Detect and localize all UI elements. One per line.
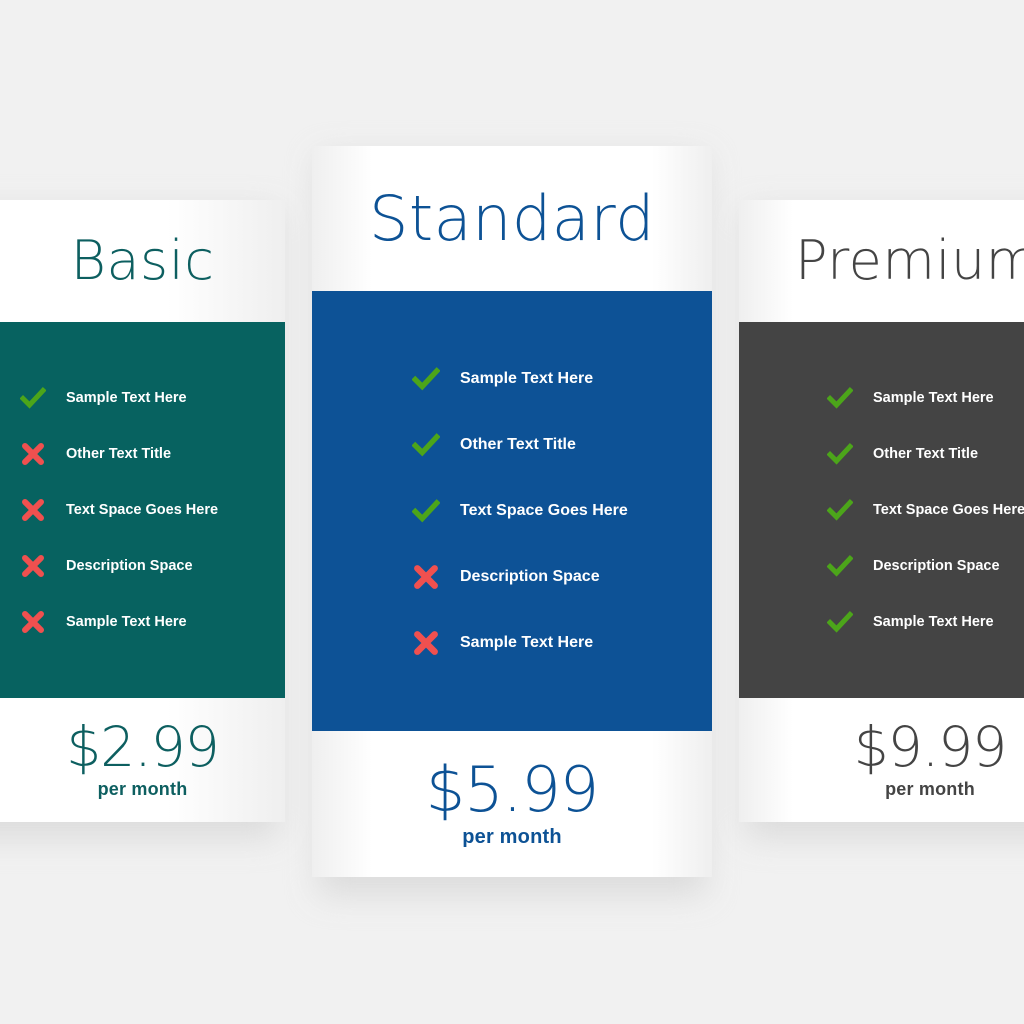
plan-title-basic: Basic: [70, 229, 215, 292]
feature-label: Description Space: [66, 558, 193, 574]
feature-label: Sample Text Here: [460, 634, 594, 651]
cross-icon: [0, 610, 66, 634]
check-icon: [807, 553, 873, 579]
card-body-basic: Basic Sample Text Here Other Text Title …: [0, 200, 285, 822]
pricing-card-standard[interactable]: Standard Sample Text Here Other Text Tit…: [312, 146, 712, 877]
feature-label: Sample Text Here: [66, 390, 187, 406]
price-period: per month: [97, 779, 188, 799]
price-amount: $2.99: [66, 715, 219, 779]
feature-row: Text Space Goes Here: [392, 478, 712, 544]
feature-row: Sample Text Here: [0, 370, 285, 426]
check-icon: [392, 365, 460, 393]
feature-row: Sample Text Here: [807, 594, 1024, 650]
feature-label: Text Space Goes Here: [873, 502, 1024, 518]
card-body-premium: Premium Sample Text Here Other Text Titl…: [739, 200, 1024, 822]
check-icon: [807, 385, 873, 411]
feature-row: Sample Text Here: [807, 370, 1024, 426]
card-body-standard: Standard Sample Text Here Other Text Tit…: [312, 146, 712, 877]
feature-label: Sample Text Here: [66, 614, 187, 630]
card-header-basic: Basic: [0, 200, 285, 322]
price-amount: $9.99: [853, 715, 1007, 779]
feature-label: Other Text Title: [66, 446, 172, 462]
price-footer-premium: $9.99 per month: [739, 698, 1024, 822]
pricing-card-basic[interactable]: Basic Sample Text Here Other Text Title …: [0, 200, 285, 822]
card-header-standard: Standard: [312, 146, 712, 291]
feature-row: Description Space: [0, 538, 285, 594]
pricing-table: Basic Sample Text Here Other Text Title …: [0, 0, 1024, 1024]
check-icon: [807, 609, 873, 635]
cross-icon: [392, 564, 460, 590]
feature-row: Other Text Title: [0, 426, 285, 482]
feature-list-basic: Sample Text Here Other Text Title Text S…: [0, 322, 285, 698]
feature-band-basic: Sample Text Here Other Text Title Text S…: [0, 322, 285, 698]
price-period: per month: [462, 826, 562, 848]
feature-label: Other Text Title: [460, 436, 576, 453]
check-icon: [807, 497, 873, 523]
check-icon: [0, 385, 66, 411]
plan-title-standard: Standard: [368, 181, 656, 255]
feature-row: Description Space: [392, 544, 712, 610]
feature-row: Other Text Title: [807, 426, 1024, 482]
feature-band-standard: Sample Text Here Other Text Title Text S…: [312, 291, 712, 731]
feature-row: Sample Text Here: [392, 346, 712, 412]
feature-row: Sample Text Here: [392, 610, 712, 676]
card-header-premium: Premium: [739, 200, 1024, 322]
feature-label: Description Space: [873, 558, 1000, 574]
feature-row: Other Text Title: [392, 412, 712, 478]
feature-band-premium: Sample Text Here Other Text Title Text S…: [739, 322, 1024, 698]
cross-icon: [0, 498, 66, 522]
pricing-card-premium[interactable]: Premium Sample Text Here Other Text Titl…: [739, 200, 1024, 822]
cross-icon: [0, 442, 66, 466]
feature-label: Sample Text Here: [873, 614, 994, 630]
plan-title-premium: Premium: [795, 229, 1024, 292]
cross-icon: [0, 554, 66, 578]
feature-label: Description Space: [460, 568, 600, 585]
feature-label: Text Space Goes Here: [460, 502, 628, 519]
feature-row: Text Space Goes Here: [807, 482, 1024, 538]
feature-label: Other Text Title: [873, 446, 979, 462]
feature-row: Description Space: [807, 538, 1024, 594]
feature-label: Sample Text Here: [873, 390, 994, 406]
feature-label: Sample Text Here: [460, 370, 594, 387]
feature-row: Text Space Goes Here: [0, 482, 285, 538]
price-footer-standard: $5.99 per month: [312, 731, 712, 877]
price-period: per month: [885, 779, 975, 799]
cross-icon: [392, 630, 460, 656]
price-amount: $5.99: [425, 753, 599, 826]
check-icon: [392, 431, 460, 459]
feature-list-standard: Sample Text Here Other Text Title Text S…: [312, 291, 712, 731]
feature-list-premium: Sample Text Here Other Text Title Text S…: [739, 322, 1024, 698]
feature-label: Text Space Goes Here: [66, 502, 219, 518]
check-icon: [807, 441, 873, 467]
check-icon: [392, 497, 460, 525]
feature-row: Sample Text Here: [0, 594, 285, 650]
price-footer-basic: $2.99 per month: [0, 698, 285, 822]
